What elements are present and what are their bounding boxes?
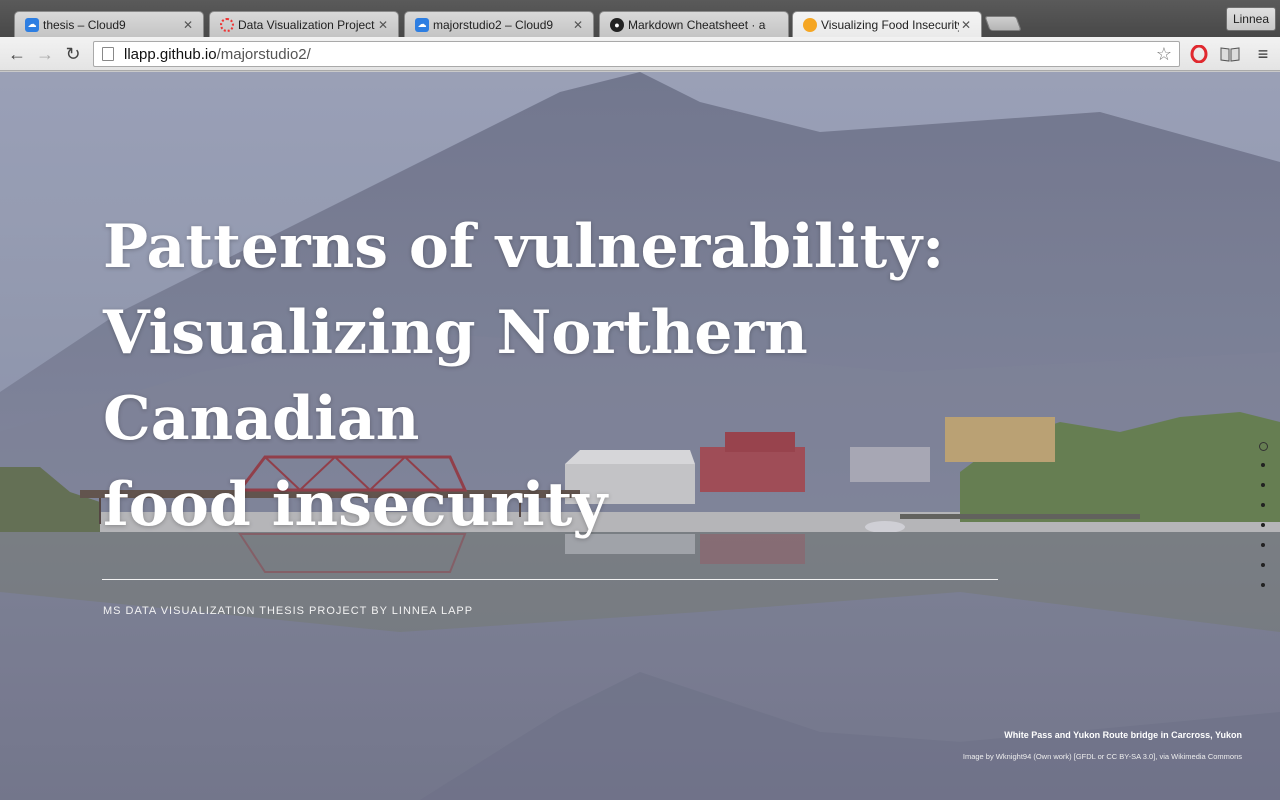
profile-button[interactable]: Linnea [1226,7,1276,31]
page-content: Patterns of vulnerability: Visualizing N… [0,72,1280,800]
tab-title: thesis – Cloud9 [43,17,126,32]
close-icon[interactable]: ✕ [376,18,390,32]
browser-toolbar: ← → ↻ llapp.github.io/majorstudio2/ ☆ ≡ [0,37,1280,71]
menu-hamburger-icon[interactable]: ≡ [1252,44,1274,64]
reload-icon[interactable]: ↻ [62,43,84,65]
tab-strip: ☁ thesis – Cloud9 ✕ Data Visualization P… [0,0,1280,37]
url-host: llapp.github.io [124,45,217,63]
nav-dot[interactable] [1261,503,1265,507]
orange-circle-icon [803,17,817,32]
back-arrow-icon[interactable]: ← [6,43,28,65]
section-dot-navigation [1258,442,1268,603]
cloud9-icon: ☁ [25,17,39,32]
nav-dot[interactable] [1261,483,1265,487]
photo-credit: Image by Wknight94 (Own work) [GFDL or C… [962,752,1242,761]
nav-dot[interactable] [1261,563,1265,567]
loading-icon [220,17,234,32]
page-title: Patterns of vulnerability: Visualizing N… [103,204,1103,548]
close-icon[interactable]: ✕ [571,18,585,32]
tab-thesis-cloud9[interactable]: ☁ thesis – Cloud9 ✕ [14,11,204,37]
cloud9-icon: ☁ [415,17,429,32]
github-icon: ● [610,17,624,32]
url-text[interactable]: llapp.github.io/majorstudio2/ [124,46,1153,63]
tab-title: majorstudio2 – Cloud9 [433,17,554,32]
nav-dot[interactable] [1261,463,1265,467]
title-line-2: Visualizing Northern Canadian [103,298,808,454]
byline: MS DATA VISUALIZATION THESIS PROJECT BY … [103,605,474,617]
title-line-3: food insecurity [103,470,608,540]
tab-visualizing-food-insecurity[interactable]: Visualizing Food Insecurity ✕ [792,11,982,37]
address-bar[interactable]: llapp.github.io/majorstudio2/ ☆ [93,41,1180,67]
nav-dot[interactable] [1261,523,1265,527]
forward-arrow-icon[interactable]: → [34,43,56,65]
url-path: /majorstudio2/ [216,45,311,63]
tab-title: Visualizing Food Insecurity [821,17,959,32]
tab-majorstudio2-cloud9[interactable]: ☁ majorstudio2 – Cloud9 ✕ [404,11,594,37]
title-divider [102,579,998,580]
bookmark-star-icon[interactable]: ☆ [1153,44,1175,65]
title-line-1: Patterns of vulnerability: [103,212,945,282]
nav-dot-current[interactable] [1258,442,1268,451]
opera-icon[interactable] [1188,44,1210,64]
tab-title: Data Visualization Project [238,17,375,32]
reader-book-icon[interactable] [1219,44,1241,64]
new-tab-button[interactable] [984,16,1022,31]
nav-dot[interactable] [1261,583,1265,587]
tab-data-visualization-project[interactable]: Data Visualization Project ✕ [209,11,399,37]
tab-markdown-cheatsheet[interactable]: ● Markdown Cheatsheet · ad [599,11,789,37]
close-icon[interactable]: ✕ [959,18,973,32]
tab-title: Markdown Cheatsheet · ad [628,17,766,32]
page-icon [102,47,114,61]
nav-dot[interactable] [1261,543,1265,547]
photo-caption: White Pass and Yukon Route bridge in Car… [1004,730,1242,740]
close-icon[interactable]: ✕ [181,18,195,32]
